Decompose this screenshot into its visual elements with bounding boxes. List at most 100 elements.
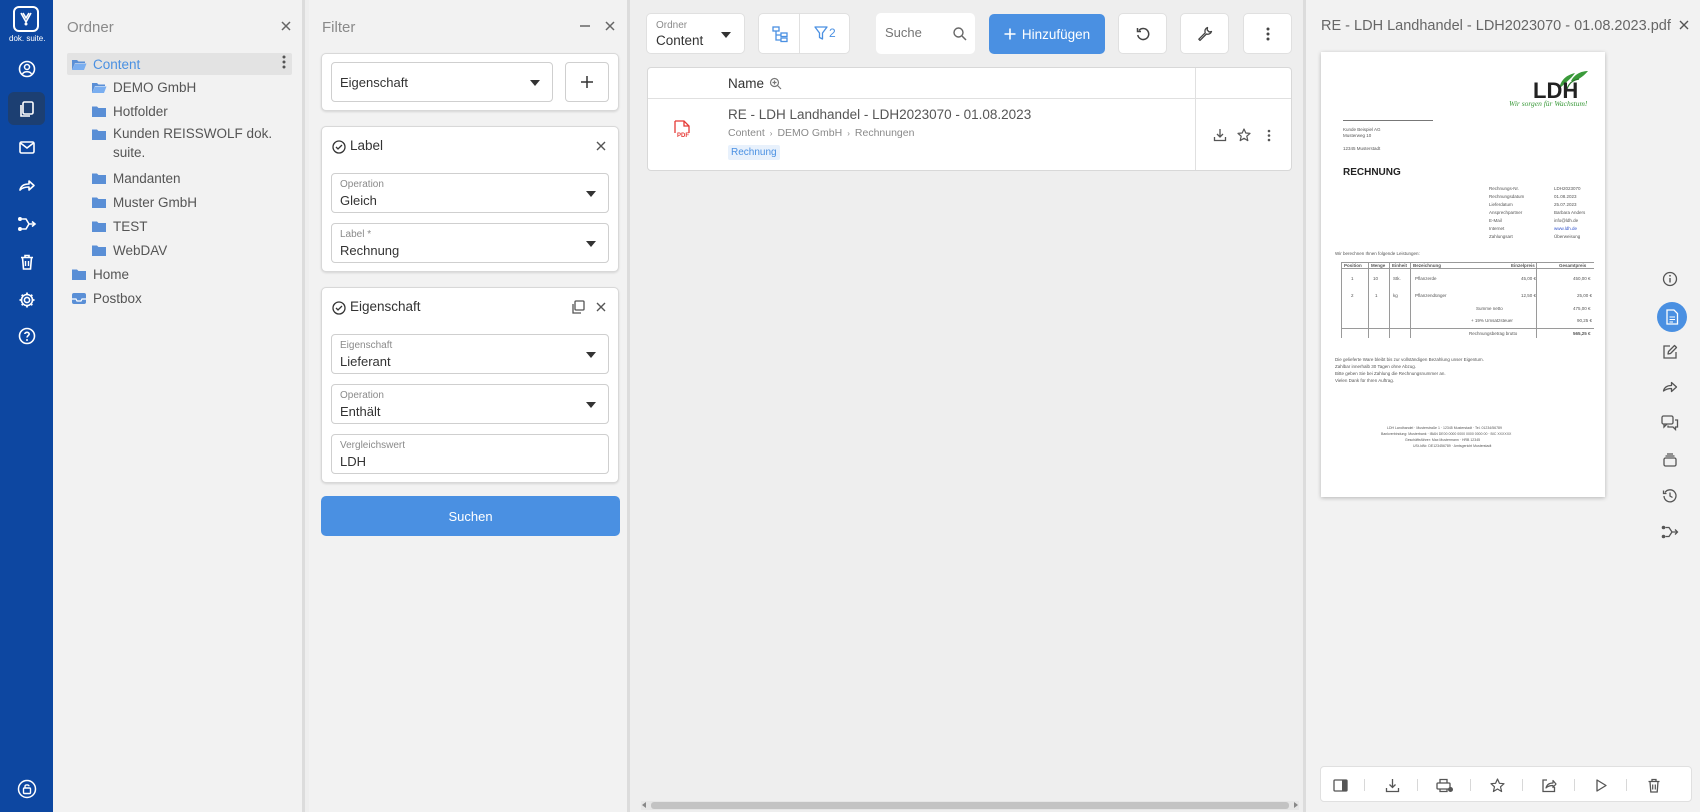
info-icon[interactable] [1659,268,1681,290]
workflow-icon[interactable] [1659,521,1681,543]
folder-label: TEST [113,218,148,234]
split-view-icon[interactable] [1331,776,1349,794]
folder-label-continued: suite. [113,145,146,160]
comments-icon[interactable] [1659,412,1681,434]
folder-select-value: Content [656,33,704,48]
view-filter-group: 2 [758,13,850,54]
folder-item-home[interactable]: Home [71,263,129,285]
folder-item-demo-gmbh[interactable]: DEMO GmbH [91,76,196,98]
folder-select-label: Ordner [656,20,688,31]
edit-icon[interactable] [1659,341,1681,363]
favorite-star-icon[interactable] [1488,776,1506,794]
folder-icon [92,173,106,184]
duplicate-filter-icon[interactable] [571,300,585,314]
nav-lock[interactable] [8,772,45,805]
favorite-star-icon[interactable] [1237,128,1251,142]
breadcrumb-item[interactable]: Content [728,127,765,139]
document-preview-tab[interactable] [1657,302,1687,332]
column-header-name[interactable]: Name [728,76,782,91]
search-button[interactable]: Suchen [321,496,620,536]
breadcrumb-item[interactable]: DEMO GmbH [777,127,842,139]
document-preview[interactable]: LDH Wir sorgen für Wachstum! Kunde Beisp… [1321,52,1605,497]
versions-stack-icon[interactable] [1659,449,1681,471]
folder-item-hotfolder[interactable]: Hotfolder [91,100,168,122]
filter-panel-title: Filter [322,19,356,36]
refresh-button[interactable] [1118,13,1167,54]
nav-share[interactable] [8,169,45,202]
filter-property-select[interactable]: Eigenschaft [331,62,553,102]
account-icon [18,60,35,77]
folder-item-content[interactable]: Content [67,53,292,75]
folder-item-muster-gmbh[interactable]: Muster GmbH [91,191,197,213]
pdf-file-icon: PDF [673,120,691,142]
label-tag[interactable]: Rechnung [728,145,780,160]
print-icon[interactable] [1435,776,1453,794]
history-icon[interactable] [1659,485,1681,507]
lock-icon [17,779,36,798]
folder-item-postbox[interactable]: Postbox [71,287,142,309]
document-title[interactable]: RE - LDH Landhandel - LDH2023070 - 01.08… [728,107,1031,122]
search-input[interactable] [885,25,950,40]
zoom-in-icon[interactable] [769,77,782,90]
tree-view-icon [772,26,788,43]
filter-close-icon[interactable] [602,18,618,34]
logo-text: dok. suite. [9,34,46,43]
delete-icon[interactable] [1645,776,1663,794]
scroll-right-icon[interactable] [1294,802,1298,808]
horizontal-scrollbar[interactable] [641,801,1299,810]
property-operation-select[interactable]: Operation Enthält [331,384,609,424]
label-filter-title: Label [350,138,384,153]
tree-view-button[interactable] [771,25,789,43]
inbox-icon [72,292,86,304]
folder-icon [92,197,106,208]
label-operation-select[interactable]: Operation Gleich [331,173,609,213]
folder-select[interactable]: Ordner Content [646,13,745,54]
refresh-icon [1136,27,1149,40]
check-circle-icon [332,301,346,315]
play-icon[interactable] [1592,776,1610,794]
field-value: Enthält [340,404,381,419]
folder-panel-close-icon[interactable] [278,18,294,34]
folder-item-test[interactable]: TEST [91,215,148,237]
scroll-left-icon[interactable] [642,802,646,808]
share-icon[interactable] [1659,376,1681,398]
folder-options-icon[interactable] [282,55,286,69]
folder-item-kunden[interactable]: Kunden REISSWOLF dok. suite. [91,124,272,164]
breadcrumb-item[interactable]: Rechnungen [855,127,915,139]
add-filter-button[interactable] [565,62,609,102]
folder-icon [92,129,106,140]
table-row[interactable]: PDF RE - LDH Landhandel - LDH2023070 - 0… [648,99,1291,170]
app-logo[interactable]: dok. suite. [9,6,46,46]
nav-help[interactable] [8,319,45,352]
plus-icon [581,76,593,88]
divider [799,14,800,53]
preview-close-icon[interactable] [1678,19,1690,31]
search-box[interactable] [876,13,975,54]
filter-icon [814,26,828,40]
nav-workflow[interactable] [8,207,45,240]
filter-toggle-button[interactable]: 2 [814,25,836,41]
more-options-button[interactable] [1243,13,1292,54]
folder-item-webdav[interactable]: WebDAV [91,239,167,261]
compare-value-input[interactable]: Vergleichswert LDH [331,434,609,474]
label-filter-close-icon[interactable] [594,139,608,153]
scrollbar-thumb[interactable] [651,802,1289,809]
download-icon[interactable] [1383,776,1401,794]
nav-account[interactable] [8,52,45,85]
property-name-select[interactable]: Eigenschaft Lieferant [331,334,609,374]
export-icon[interactable] [1540,776,1558,794]
tools-button[interactable] [1180,13,1229,54]
dropdown-arrow-icon [586,402,596,408]
nav-documents[interactable] [8,92,45,125]
nav-trash[interactable] [8,245,45,278]
label-value-select[interactable]: Label * Rechnung [331,223,609,263]
row-options-icon[interactable] [1267,129,1271,142]
download-icon[interactable] [1213,128,1227,142]
nav-mail[interactable] [8,130,45,163]
filter-minimize-icon[interactable] [577,18,593,34]
folder-item-mandanten[interactable]: Mandanten [91,167,181,189]
property-filter-close-icon[interactable] [594,300,608,314]
nav-settings[interactable] [8,283,45,316]
folder-label: Content [93,56,141,72]
add-button[interactable]: Hinzufügen [989,14,1105,54]
